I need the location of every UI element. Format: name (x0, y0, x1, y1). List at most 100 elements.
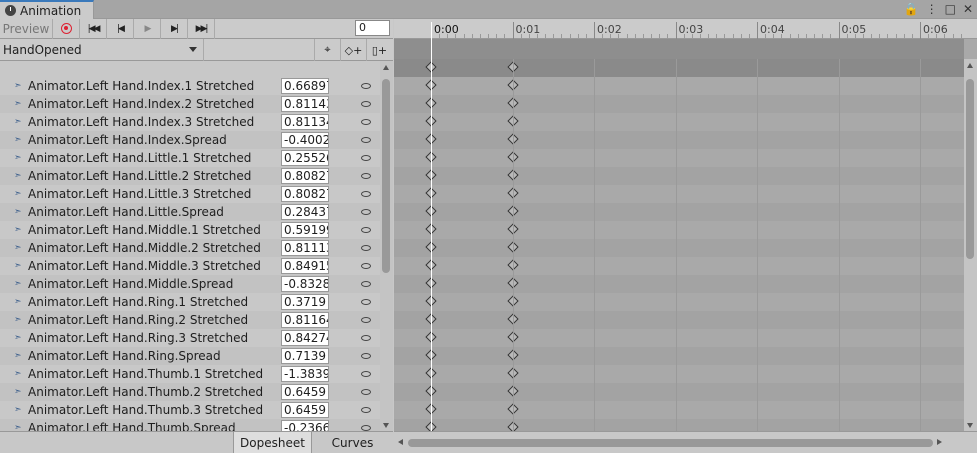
previous-keyframe-button[interactable]: |◀ (107, 18, 134, 39)
property-row[interactable]: ➣ Animator.Left Hand.Ring.Spread 0.7139 (0, 347, 380, 365)
property-options-icon[interactable] (361, 389, 371, 395)
last-keyframe-button[interactable]: ▶▶| (188, 18, 215, 39)
dopesheet-timeline[interactable]: 0:00 0:01 0:02 0:03 0:04 0:05 0:06 (394, 19, 977, 453)
property-scrollbar[interactable] (380, 61, 393, 431)
property-options-icon[interactable] (361, 227, 371, 233)
property-value-field[interactable]: 0.80827 (281, 168, 329, 184)
summary-track[interactable] (394, 59, 964, 77)
timeline-vertical-scrollbar[interactable] (964, 59, 977, 431)
property-value-field[interactable]: 0.81134 (281, 114, 329, 130)
property-value-field[interactable]: -0.8328 (281, 276, 329, 292)
keyframe-track-row[interactable] (394, 203, 964, 221)
property-value-field[interactable]: 0.59199 (281, 222, 329, 238)
keyframe-track-row[interactable] (394, 275, 964, 293)
clip-dropdown[interactable]: HandOpened (0, 39, 204, 61)
menu-icon[interactable]: ⋮ (926, 2, 938, 16)
property-value-field[interactable]: 0.81113 (281, 240, 329, 256)
property-row[interactable]: ➣ Animator.Left Hand.Little.Spread 0.28437 (0, 203, 380, 221)
property-row[interactable]: ➣ Animator.Left Hand.Thumb.2 Stretched 0.6… (0, 383, 380, 401)
first-keyframe-button[interactable]: |◀◀ (80, 18, 107, 39)
keyframe-track-row[interactable] (394, 185, 964, 203)
tab-dopesheet[interactable]: Dopesheet (233, 432, 312, 453)
keyframe-track-row[interactable] (394, 113, 964, 131)
property-options-icon[interactable] (361, 281, 371, 287)
property-row[interactable]: ➣ Animator.Left Hand.Middle.3 Stretched 0.… (0, 257, 380, 275)
add-keyframe-button[interactable]: ◇+ (340, 39, 366, 61)
keyframe-track-row[interactable] (394, 329, 964, 347)
keyframe-track-row[interactable] (394, 149, 964, 167)
property-value-field[interactable]: 0.6459 (281, 402, 329, 418)
keyframe-track-row[interactable] (394, 77, 964, 95)
filter-keyframes-button[interactable]: ⌖ (314, 39, 340, 61)
preview-button[interactable]: Preview (0, 18, 53, 39)
property-options-icon[interactable] (361, 83, 371, 89)
property-row[interactable]: ➣ Animator.Left Hand.Middle.2 Stretched 0.… (0, 239, 380, 257)
property-row[interactable]: ➣ Animator.Left Hand.Thumb.3 Stretched 0.6… (0, 401, 380, 419)
property-options-icon[interactable] (361, 263, 371, 269)
property-options-icon[interactable] (361, 119, 371, 125)
property-row[interactable]: ➣ Animator.Left Hand.Ring.2 Stretched 0.81… (0, 311, 380, 329)
keyframe-track-row[interactable] (394, 347, 964, 365)
property-row[interactable]: ➣ Animator.Left Hand.Index.1 Stretched 0.6… (0, 77, 380, 95)
property-value-field[interactable]: -0.4002 (281, 132, 329, 148)
tab-curves[interactable]: Curves (312, 432, 393, 453)
keyframe-track-row[interactable] (394, 365, 964, 383)
property-row[interactable]: ➣ Animator.Left Hand.Index.2 Stretched 0.8… (0, 95, 380, 113)
property-options-icon[interactable] (361, 137, 371, 143)
property-row[interactable]: ➣ Animator.Left Hand.Little.3 Stretched 0.… (0, 185, 380, 203)
scrollbar-thumb[interactable] (408, 439, 933, 447)
property-row[interactable]: ➣ Animator.Left Hand.Ring.3 Stretched 0.84… (0, 329, 380, 347)
keyframe-track-row[interactable] (394, 401, 964, 419)
property-value-field[interactable]: 0.84274 (281, 330, 329, 346)
property-options-icon[interactable] (361, 155, 371, 161)
property-value-field[interactable]: 0.80827 (281, 186, 329, 202)
scroll-right-icon[interactable] (937, 439, 942, 445)
maximize-icon[interactable]: □ (945, 2, 956, 16)
keyframe-track-row[interactable] (394, 311, 964, 329)
property-row[interactable]: ➣ Animator.Left Hand.Little.1 Stretched 0.… (0, 149, 380, 167)
property-options-icon[interactable] (361, 191, 371, 197)
property-options-icon[interactable] (361, 245, 371, 251)
scroll-up-icon[interactable] (967, 63, 973, 68)
record-button[interactable] (53, 18, 80, 39)
property-value-field[interactable]: 0.25526 (281, 150, 329, 166)
property-value-field[interactable]: 0.28437 (281, 204, 329, 220)
property-options-icon[interactable] (361, 335, 371, 341)
property-value-field[interactable]: 0.81143 (281, 96, 329, 112)
property-row[interactable]: ➣ Animator.Left Hand.Little.2 Stretched 0.… (0, 167, 380, 185)
keyframe-tracks[interactable] (394, 77, 964, 437)
property-options-icon[interactable] (361, 209, 371, 215)
property-options-icon[interactable] (361, 407, 371, 413)
keyframe-track-row[interactable] (394, 167, 964, 185)
next-keyframe-button[interactable]: ▶| (161, 18, 188, 39)
keyframe-track-row[interactable] (394, 383, 964, 401)
property-value-field[interactable]: -1.3839 (281, 366, 329, 382)
scrollbar-thumb[interactable] (966, 79, 974, 259)
keyframe-track-row[interactable] (394, 239, 964, 257)
scrollbar-thumb[interactable] (382, 79, 390, 273)
property-row[interactable]: ➣ Animator.Left Hand.Index.Spread -0.4002 (0, 131, 380, 149)
event-track[interactable] (394, 39, 964, 59)
property-row[interactable]: ➣ Animator.Left Hand.Middle.1 Stretched 0.… (0, 221, 380, 239)
timeline-horizontal-scrollbar[interactable] (394, 431, 977, 453)
property-options-icon[interactable] (361, 299, 371, 305)
property-value-field[interactable]: 0.81164 (281, 312, 329, 328)
property-options-icon[interactable] (361, 371, 371, 377)
frame-input[interactable]: 0 (355, 20, 390, 36)
property-value-field[interactable]: 0.7139 (281, 348, 329, 364)
scroll-down-icon[interactable] (967, 423, 973, 428)
keyframe-track-row[interactable] (394, 221, 964, 239)
property-options-icon[interactable] (361, 353, 371, 359)
keyframe-track-row[interactable] (394, 95, 964, 113)
add-event-button[interactable]: ▯+ (366, 39, 392, 61)
keyframe-track-row[interactable] (394, 293, 964, 311)
play-button[interactable]: ▶ (134, 18, 161, 39)
property-options-icon[interactable] (361, 317, 371, 323)
property-value-field[interactable]: 0.3719 (281, 294, 329, 310)
scroll-down-icon[interactable] (383, 423, 389, 428)
property-options-icon[interactable] (361, 101, 371, 107)
property-row[interactable]: ➣ Animator.Left Hand.Index.3 Stretched 0.8… (0, 113, 380, 131)
scroll-up-icon[interactable] (383, 65, 389, 70)
keyframe-track-row[interactable] (394, 131, 964, 149)
tab-animation[interactable]: Animation (0, 0, 94, 19)
